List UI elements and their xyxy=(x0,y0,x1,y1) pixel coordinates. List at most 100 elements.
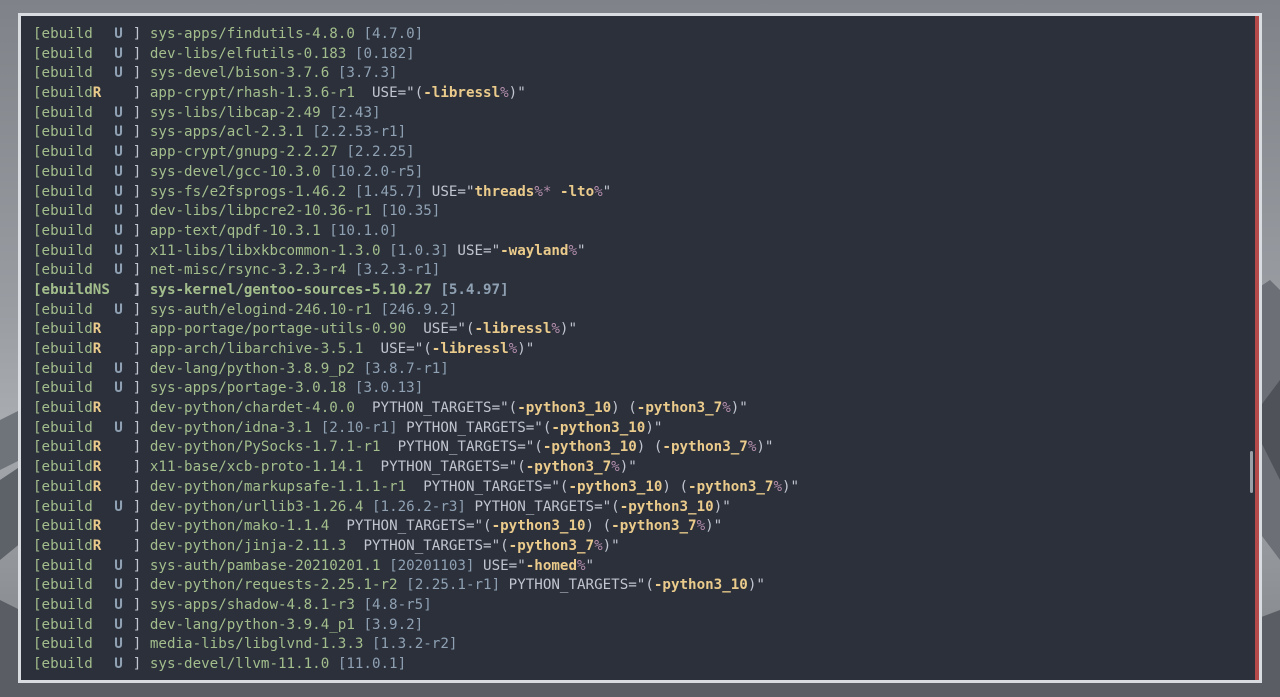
use-text: PYTHON_TARGETS="( xyxy=(371,400,518,417)
ebuild-prefix: [ebuild xyxy=(33,144,93,161)
merge-flag: U xyxy=(114,45,123,62)
merge-flag: U xyxy=(114,124,123,141)
terminal-window[interactable]: [ebuild U] sys-apps/findutils-4.8.0 [4.7.… xyxy=(18,13,1262,683)
merge-flag: U xyxy=(114,360,123,377)
package-atom: sys-libs/libcap-2.49 xyxy=(149,104,321,121)
use-text: USE="( xyxy=(380,341,432,357)
package-atom: dev-libs/elfutils-0.183 xyxy=(149,45,347,62)
old-version: [2.43] xyxy=(329,104,381,121)
merge-flag: U xyxy=(114,596,123,613)
merge-flag: U xyxy=(114,104,123,121)
old-version: [11.0.1] xyxy=(337,656,407,672)
old-version: [2.2.25] xyxy=(346,144,415,161)
merge-flag: U xyxy=(114,380,123,397)
terminal-line: [ebuild U] sys-libs/libcap-2.49 [2.43] xyxy=(33,104,799,124)
window-border-accent xyxy=(1255,16,1259,680)
ebuild-prefix: [ebuild xyxy=(33,636,93,653)
use-flag-marker: % xyxy=(508,341,518,357)
old-version: [20201103] xyxy=(389,557,475,574)
use-flag: -python3_7 xyxy=(508,537,595,554)
package-atom: sys-fs/e2fsprogs-1.46.2 xyxy=(149,183,347,200)
use-flag: -python3_7 xyxy=(662,439,748,456)
use-flag-marker: % xyxy=(696,518,706,535)
package-atom: app-arch/libarchive-3.5.1 xyxy=(149,341,364,357)
terminal-line: [ebuild U] dev-python/requests-2.25.1-r2 … xyxy=(33,576,799,596)
use-text: USE="( xyxy=(371,85,424,102)
terminal-line: [ebuild U] sys-devel/gcc-10.3.0 [10.2.0-r… xyxy=(33,163,799,183)
use-flag-marker: % xyxy=(551,321,560,338)
use-flag-marker: % xyxy=(594,537,603,554)
use-flag-marker: % xyxy=(611,459,620,476)
use-flag: -homed xyxy=(525,557,577,574)
package-atom: dev-python/mako-1.1.4 xyxy=(149,518,330,535)
ebuild-prefix: [ebuild xyxy=(33,439,93,456)
ebuild-prefix: [ebuild xyxy=(33,380,93,397)
package-atom: dev-python/jinja-2.11.3 xyxy=(149,537,347,554)
use-text: PYTHON_TARGETS="( xyxy=(397,439,543,456)
use-text: PYTHON_TARGETS="( xyxy=(508,577,654,594)
merge-flag: U xyxy=(114,616,123,633)
package-atom: sys-auth/elogind-246.10-r1 xyxy=(149,301,372,318)
ebuild-prefix: [ebuild xyxy=(33,65,93,82)
use-text: USE=" xyxy=(431,183,475,200)
old-version: [3.2.3-r1] xyxy=(354,262,441,279)
terminal-line: [ebuild U] sys-apps/portage-3.0.18 [3.0.1… xyxy=(33,379,799,399)
merge-flag: U xyxy=(114,222,123,239)
ebuild-prefix: [ebuild xyxy=(33,478,93,495)
use-text: )" xyxy=(619,459,637,476)
use-flag-marker: % xyxy=(773,478,783,495)
package-atom: dev-python/PySocks-1.7.1-r1 xyxy=(149,439,381,456)
package-atom: sys-kernel/gentoo-sources-5.10.27 xyxy=(149,281,432,298)
terminal-line: [ebuildR] dev-python/chardet-4.0.0 PYTHO… xyxy=(33,399,799,419)
merge-flag: U xyxy=(114,498,123,515)
use-text: PYTHON_TARGETS="( xyxy=(474,498,620,515)
merge-flag: R xyxy=(92,478,102,495)
ebuild-prefix: [ebuild xyxy=(33,26,93,42)
package-atom: dev-python/urllib3-1.26.4 xyxy=(149,498,364,515)
old-version: [3.0.13] xyxy=(354,380,424,397)
use-text: )" xyxy=(713,498,731,515)
merge-flag: R xyxy=(92,537,102,554)
old-version: [1.45.7] xyxy=(354,183,424,200)
use-flag-marker: % xyxy=(722,400,731,417)
terminal-line: [ebuild U] media-libs/libglvnd-1.3.3 [1.3… xyxy=(33,635,799,655)
merge-flag: U xyxy=(114,636,123,653)
merge-flag: U xyxy=(114,419,123,436)
merge-flag: R xyxy=(92,518,102,535)
use-text: )" xyxy=(517,341,535,357)
terminal-scrollbar[interactable] xyxy=(1250,451,1253,493)
terminal-line: [ebuildR] dev-python/PySocks-1.7.1-r1 PY… xyxy=(33,438,799,458)
old-version: [4.7.0] xyxy=(363,26,424,42)
merge-flag: U xyxy=(114,242,123,259)
merge-flag: U xyxy=(114,163,123,180)
ebuild-prefix: [ebuild xyxy=(33,400,93,417)
use-flag: -python3_10 xyxy=(568,478,663,495)
ebuild-prefix: [ebuild xyxy=(33,262,93,279)
merge-flag: U xyxy=(114,65,123,82)
use-text: USE=" xyxy=(457,242,501,259)
merge-flag: R xyxy=(92,321,102,338)
old-version: [2.2.53-r1] xyxy=(312,124,407,141)
use-text: USE="( xyxy=(423,321,475,338)
terminal-line: [ebuild U] dev-libs/elfutils-0.183 [0.182… xyxy=(33,45,799,65)
terminal-line: [ebuild U] sys-apps/findutils-4.8.0 [4.7.… xyxy=(33,25,799,45)
package-atom: dev-python/markupsafe-1.1.1-r1 xyxy=(149,478,407,495)
terminal-line: [ebuildR] app-arch/libarchive-3.5.1 USE=… xyxy=(33,340,799,360)
ebuild-prefix: [ebuild xyxy=(33,616,93,633)
old-version: [1.3.2-r2] xyxy=(371,636,458,653)
old-version: [2.25.1-r1] xyxy=(406,577,501,594)
ebuild-prefix: [ebuild xyxy=(33,518,93,535)
terminal-line: [ebuildNS] sys-kernel/gentoo-sources-5.1… xyxy=(33,281,799,301)
ebuild-prefix: [ebuild xyxy=(33,360,93,377)
old-version: [3.7.3] xyxy=(337,65,398,82)
old-version: [1.0.3] xyxy=(389,242,449,259)
terminal-line: [ebuild U] app-crypt/gnupg-2.2.27 [2.2.25… xyxy=(33,143,799,163)
old-version: [10.2.0-r5] xyxy=(329,163,424,180)
use-flag: -lto xyxy=(559,183,595,200)
merge-flag: NS xyxy=(92,281,110,298)
merge-flag: U xyxy=(114,301,123,318)
package-atom: sys-apps/shadow-4.8.1-r3 xyxy=(149,596,355,613)
use-flag: -python3_7 xyxy=(611,518,697,535)
merge-flag: R xyxy=(92,85,102,102)
terminal-line: [ebuildR] dev-python/markupsafe-1.1.1-r1… xyxy=(33,478,799,498)
